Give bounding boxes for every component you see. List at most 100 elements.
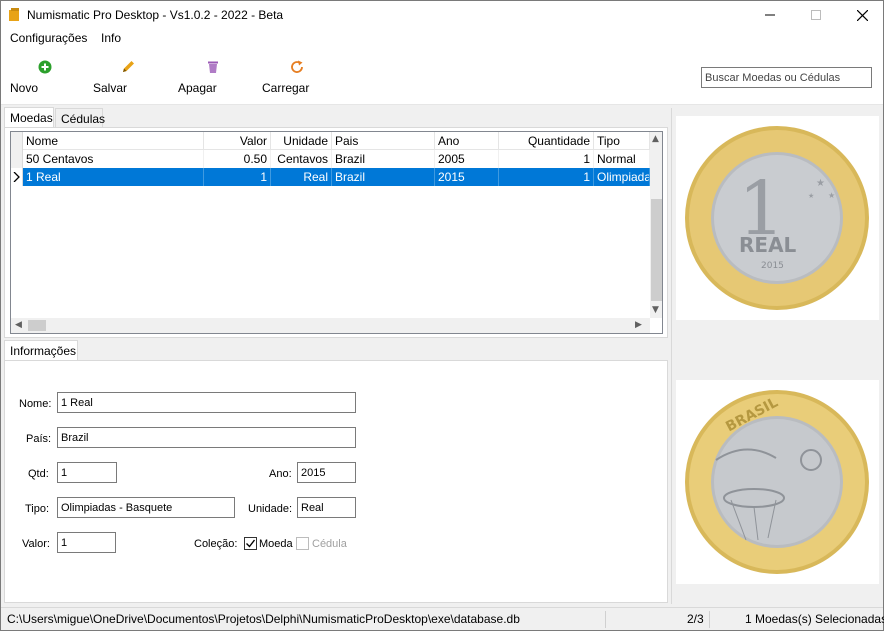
coin-reverse-picture: BRASIL: [685, 390, 869, 574]
cell-pais: Brazil: [332, 150, 435, 168]
app-icon: [9, 8, 19, 21]
coin-obverse-image: 1 REAL 2015 ★ ★ ★: [676, 116, 879, 320]
column-header-ano[interactable]: Ano: [435, 132, 499, 150]
coin-obverse-picture: 1 REAL 2015 ★ ★ ★: [685, 126, 869, 310]
salvar-label: Salvar: [93, 81, 128, 95]
row-indicator: [11, 150, 23, 168]
menu-bar: Configurações Info: [1, 29, 883, 47]
toolbar: Novo Salvar Apagar Carregar: [1, 47, 883, 105]
current-row-arrow-icon: [13, 172, 20, 182]
valor-field[interactable]: [57, 532, 116, 553]
row-indicator: [11, 168, 23, 186]
window-title: Numismatic Pro Desktop - Vs1.0.2 - 2022 …: [27, 8, 284, 22]
apagar-button[interactable]: Apagar: [178, 59, 248, 95]
tab-informacoes[interactable]: Informações: [4, 340, 78, 361]
qtd-field[interactable]: [57, 462, 117, 483]
selection-count: 1 Moedas(s) Selecionadas: [745, 612, 884, 626]
cell-tipo: Normal: [594, 150, 650, 168]
plus-circle-icon: [38, 60, 52, 74]
salvar-button[interactable]: Salvar: [93, 59, 163, 95]
refresh-icon: [291, 60, 303, 73]
status-bar: C:\Users\migue\OneDrive\Documentos\Proje…: [1, 607, 884, 630]
header-indicator: [11, 132, 23, 150]
svg-text:2015: 2015: [761, 261, 784, 271]
checkmark-icon: [246, 539, 256, 548]
unidade-field[interactable]: [297, 497, 356, 518]
pais-label: País:: [26, 433, 52, 445]
moeda-checkbox[interactable]: [244, 537, 257, 550]
cell-ano: 2015: [435, 168, 499, 186]
pencil-icon: [123, 61, 134, 72]
grid-header: Nome Valor Unidade Pais Ano Quantidade T…: [11, 132, 650, 150]
cedula-checkbox[interactable]: [296, 537, 309, 550]
column-header-pais[interactable]: Pais: [332, 132, 435, 150]
cell-valor: 0.50: [204, 150, 271, 168]
column-header-valor[interactable]: Valor: [204, 132, 271, 150]
cell-nome: 50 Centavos: [23, 150, 204, 168]
qtd-label: Qtd:: [28, 468, 49, 480]
coin-reverse-image: BRASIL: [676, 380, 879, 584]
column-header-tipo[interactable]: Tipo: [594, 132, 650, 150]
cell-unidade: Centavos: [271, 150, 332, 168]
column-header-quantidade[interactable]: Quantidade: [499, 132, 594, 150]
cell-quantidade: 1: [499, 168, 594, 186]
moedas-panel: Nome Valor Unidade Pais Ano Quantidade T…: [4, 127, 668, 338]
cedula-checkbox-label[interactable]: Cédula: [312, 538, 347, 550]
minimize-button[interactable]: [747, 1, 793, 29]
status-separator: [709, 611, 710, 628]
cell-valor: 1: [204, 168, 271, 186]
status-separator: [605, 611, 606, 628]
search-input[interactable]: [701, 67, 872, 88]
vertical-scroll-thumb[interactable]: [651, 199, 662, 301]
novo-button[interactable]: Novo: [10, 59, 80, 95]
coins-grid[interactable]: Nome Valor Unidade Pais Ano Quantidade T…: [10, 131, 663, 334]
trash-icon: [208, 61, 218, 73]
svg-text:★: ★: [808, 192, 814, 200]
novo-label: Novo: [10, 81, 39, 95]
svg-text:★: ★: [828, 191, 835, 200]
scroll-right-icon[interactable]: ▶: [635, 320, 642, 330]
scroll-up-icon[interactable]: ▲: [652, 134, 659, 144]
table-row-selected[interactable]: 1 Real 1 Real Brazil 2015 1 Olimpiadas: [11, 168, 650, 186]
nome-label: Nome:: [19, 398, 52, 410]
cell-nome: 1 Real: [23, 168, 204, 186]
colecao-label: Coleção:: [194, 538, 238, 550]
maximize-button[interactable]: [793, 1, 839, 29]
column-header-nome[interactable]: Nome: [23, 132, 204, 150]
carregar-button[interactable]: Carregar: [262, 59, 332, 95]
tipo-label: Tipo:: [25, 503, 50, 515]
close-icon: [856, 9, 868, 21]
apagar-label: Apagar: [178, 81, 217, 95]
ano-label: Ano:: [269, 468, 292, 480]
cell-tipo: Olimpiadas: [594, 168, 650, 186]
nome-field[interactable]: [57, 392, 356, 413]
moeda-checkbox-label[interactable]: Moeda: [259, 538, 293, 550]
tab-moedas[interactable]: Moedas: [4, 107, 54, 128]
tab-cedulas[interactable]: Cédulas: [55, 108, 105, 128]
minimize-icon: [765, 14, 775, 16]
grid-vertical-scrollbar[interactable]: ▲ ▼: [650, 132, 662, 318]
cell-quantidade: 1: [499, 150, 594, 168]
database-path: C:\Users\migue\OneDrive\Documentos\Proje…: [7, 612, 520, 626]
cell-unidade: Real: [271, 168, 332, 186]
menu-info[interactable]: Info: [101, 31, 121, 45]
scroll-down-icon[interactable]: ▼: [652, 305, 659, 315]
title-bar: Numismatic Pro Desktop - Vs1.0.2 - 2022 …: [1, 1, 883, 29]
coin-images-panel: 1 REAL 2015 ★ ★ ★ BRASIL: [671, 108, 883, 604]
svg-text:★: ★: [816, 178, 825, 189]
column-header-unidade[interactable]: Unidade: [271, 132, 332, 150]
unidade-label: Unidade:: [248, 503, 293, 515]
cell-pais: Brazil: [332, 168, 435, 186]
grid-horizontal-scrollbar[interactable]: ◀ ▶: [11, 318, 650, 333]
close-button[interactable]: [839, 1, 884, 29]
pais-field[interactable]: [57, 427, 356, 448]
ano-field[interactable]: [297, 462, 356, 483]
valor-label: Valor:: [22, 538, 50, 550]
scroll-left-icon[interactable]: ◀: [15, 320, 22, 330]
table-row[interactable]: 50 Centavos 0.50 Centavos Brazil 2005 1 …: [11, 150, 650, 168]
menu-configuracoes[interactable]: Configurações: [10, 31, 87, 45]
record-position: 2/3: [687, 612, 704, 626]
carregar-label: Carregar: [262, 81, 310, 95]
horizontal-scroll-thumb[interactable]: [28, 320, 46, 331]
tipo-field[interactable]: [57, 497, 235, 518]
